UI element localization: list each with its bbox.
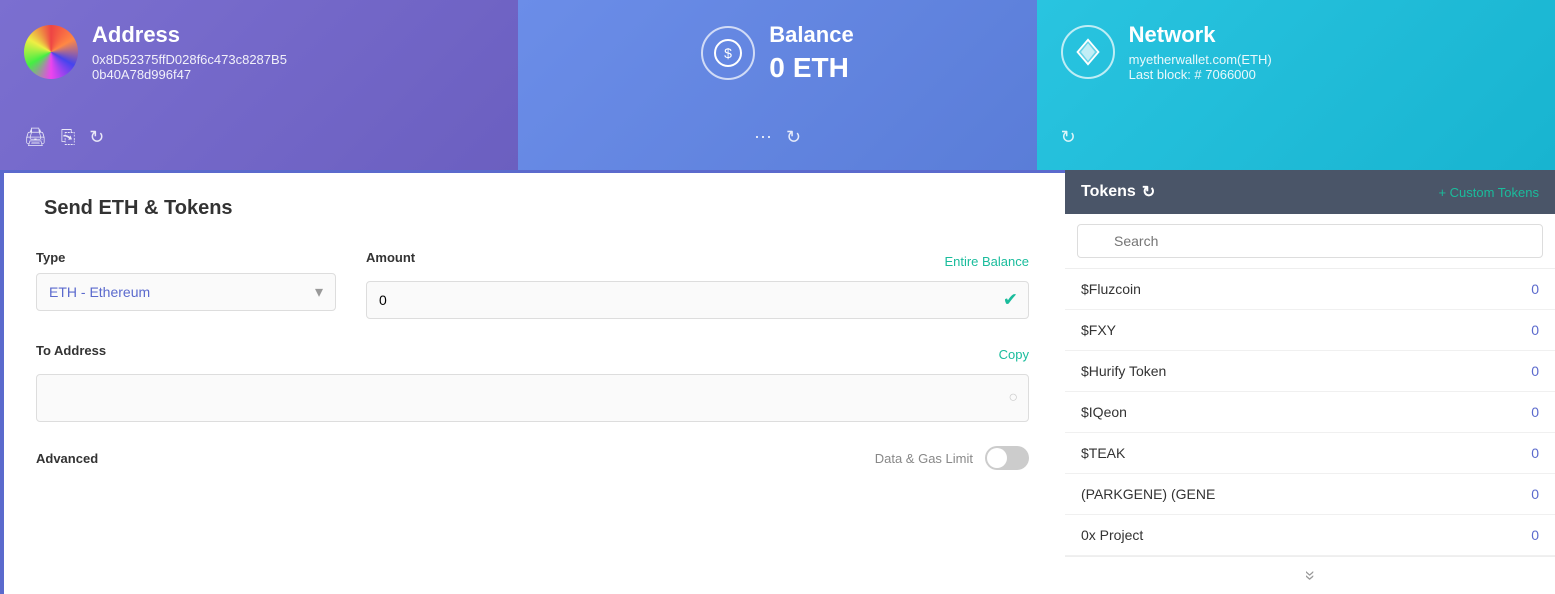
- to-address-group: To Address Copy ○: [36, 343, 1029, 422]
- type-select[interactable]: ETH - Ethereum: [37, 274, 335, 310]
- balance-unit: ETH: [793, 52, 849, 84]
- balance-card: $ Balance 0 ETH ⋯ ↻: [518, 0, 1036, 170]
- token-row[interactable]: $Hurify Token 0: [1065, 351, 1555, 392]
- token-balance: 0: [1531, 322, 1539, 338]
- type-label: Type: [36, 250, 336, 265]
- data-gas-row: Data & Gas Limit: [875, 446, 1029, 470]
- amount-input-wrapper: ✔: [366, 281, 1029, 319]
- token-balance: 0: [1531, 445, 1539, 461]
- token-row[interactable]: $IQeon 0: [1065, 392, 1555, 433]
- circle-icon: ○: [1008, 389, 1018, 407]
- amount-label: Amount: [366, 250, 415, 265]
- section-indicator: [0, 173, 4, 594]
- address-card: Address 0x8D52375ffD028f6c473c8287B5 0b4…: [0, 0, 518, 170]
- check-icon: ✔: [1003, 290, 1018, 311]
- token-name: $Fluzcoin: [1081, 281, 1141, 297]
- token-balance: 0: [1531, 281, 1539, 297]
- custom-tokens-button[interactable]: + Custom Tokens: [1438, 185, 1539, 200]
- refresh-network-icon[interactable]: ↻: [1061, 127, 1076, 148]
- token-list: $Fluzcoin 0 $FXY 0 $Hurify Token 0 $IQeo…: [1065, 269, 1555, 556]
- data-gas-toggle[interactable]: [985, 446, 1029, 470]
- advanced-row: Advanced Data & Gas Limit: [36, 446, 1029, 470]
- double-chevron-down-icon: »: [1299, 570, 1320, 580]
- token-name: $TEAK: [1081, 445, 1125, 461]
- address-card-title: Address: [92, 22, 287, 48]
- token-row[interactable]: (PARKGENE) (GENE 0: [1065, 474, 1555, 515]
- to-address-input[interactable]: [37, 380, 1028, 416]
- ellipsis-icon[interactable]: ⋯: [754, 127, 772, 148]
- data-gas-label: Data & Gas Limit: [875, 451, 973, 466]
- search-bar: 🔍: [1065, 214, 1555, 269]
- token-name: $Hurify Token: [1081, 363, 1166, 379]
- refresh-icon[interactable]: ↻: [89, 127, 104, 148]
- entire-balance-button[interactable]: Entire Balance: [944, 254, 1029, 269]
- address-line1: 0x8D52375ffD028f6c473c8287B5: [92, 52, 287, 67]
- balance-card-title: Balance: [769, 22, 853, 48]
- token-balance: 0: [1531, 404, 1539, 420]
- refresh-balance-icon[interactable]: ↻: [786, 127, 801, 148]
- send-panel: Send ETH & Tokens Type ETH - Ethereum ▾ …: [0, 170, 1065, 594]
- network-card: Network myetherwallet.com(ETH) Last bloc…: [1037, 0, 1555, 170]
- type-select-wrapper[interactable]: ETH - Ethereum ▾: [36, 273, 336, 311]
- last-block: Last block: # 7066000: [1129, 67, 1272, 82]
- token-balance: 0: [1531, 486, 1539, 502]
- to-address-input-wrapper: ○: [36, 374, 1029, 422]
- token-balance: 0: [1531, 363, 1539, 379]
- token-name: (PARKGENE) (GENE: [1081, 486, 1215, 502]
- token-name: $FXY: [1081, 322, 1116, 338]
- avatar: [24, 25, 78, 79]
- dollar-icon: $: [701, 26, 755, 80]
- token-balance: 0: [1531, 527, 1539, 543]
- print-icon[interactable]: 🖨: [24, 127, 47, 148]
- copy-icon[interactable]: ⎘: [61, 127, 75, 148]
- address-line2: 0b40A78d996f47: [92, 67, 287, 82]
- token-name: $IQeon: [1081, 404, 1127, 420]
- ethereum-network-icon: [1061, 25, 1115, 79]
- balance-amount: 0: [769, 52, 785, 84]
- page-title: Send ETH & Tokens: [36, 197, 1029, 220]
- tokens-title-text: Tokens: [1081, 183, 1136, 201]
- tokens-header: Tokens ↻ + Custom Tokens: [1065, 170, 1555, 214]
- search-input[interactable]: [1077, 224, 1543, 258]
- svg-text:$: $: [724, 45, 732, 61]
- eth-diamond-icon: [1074, 38, 1102, 66]
- network-card-title: Network: [1129, 22, 1272, 48]
- load-more-button[interactable]: »: [1065, 556, 1555, 594]
- tokens-refresh-icon[interactable]: ↻: [1142, 182, 1155, 202]
- tokens-panel: Tokens ↻ + Custom Tokens 🔍 $Fluzcoin 0 $…: [1065, 170, 1555, 594]
- to-address-label: To Address: [36, 343, 106, 358]
- search-wrapper: 🔍: [1077, 224, 1543, 258]
- token-row[interactable]: $Fluzcoin 0: [1065, 269, 1555, 310]
- token-row[interactable]: 0x Project 0: [1065, 515, 1555, 556]
- token-name: 0x Project: [1081, 527, 1143, 543]
- network-name: myetherwallet.com(ETH): [1129, 52, 1272, 67]
- amount-input[interactable]: [367, 282, 1028, 318]
- token-row[interactable]: $FXY 0: [1065, 310, 1555, 351]
- copy-button[interactable]: Copy: [999, 347, 1029, 362]
- token-row[interactable]: $TEAK 0: [1065, 433, 1555, 474]
- advanced-label: Advanced: [36, 451, 98, 466]
